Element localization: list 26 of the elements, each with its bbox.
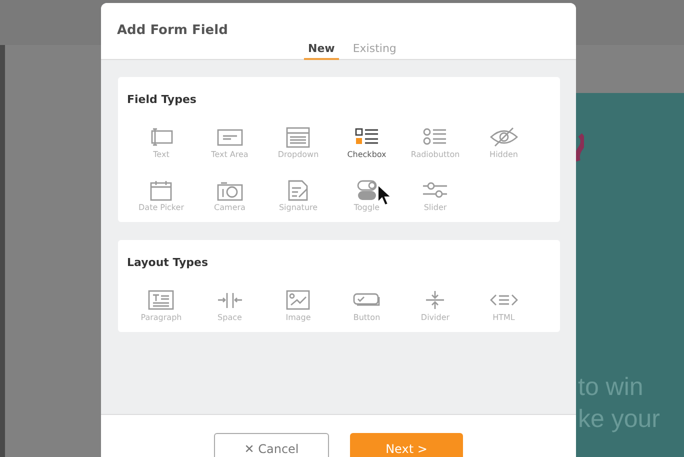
- section-title: Layout Types: [127, 256, 209, 269]
- field-type-option[interactable]: Text Area: [196, 126, 264, 159]
- field-type-option[interactable]: Text: [127, 126, 196, 159]
- field-type-option[interactable]: Divider: [401, 289, 470, 322]
- tab[interactable]: Existing: [348, 42, 400, 60]
- field-type-option[interactable]: Radiobutton: [401, 126, 470, 159]
- field-type-option[interactable]: Toggle: [332, 179, 401, 212]
- field-type-option[interactable]: HTML: [470, 289, 538, 322]
- field-type-option[interactable]: Camera: [196, 179, 264, 212]
- field-type-option[interactable]: Space: [196, 289, 264, 322]
- field-type-option[interactable]: Checkbox: [332, 126, 401, 159]
- next-button[interactable]: Next >: [350, 433, 463, 457]
- field-type-option[interactable]: Paragraph: [127, 289, 196, 322]
- dialog-title: Add Form Field: [117, 23, 228, 38]
- field-type-option[interactable]: Slider: [401, 179, 470, 212]
- tab[interactable]: New: [304, 42, 339, 60]
- field-type-icon: [488, 126, 519, 148]
- field-type-option[interactable]: Signature: [264, 179, 332, 212]
- field-type-option[interactable]: Dropdown: [264, 126, 332, 159]
- field-type-option[interactable]: Hidden: [470, 126, 538, 159]
- section-title: Field Types: [127, 93, 198, 106]
- field-type-option[interactable]: Button: [332, 289, 401, 322]
- field-type-option[interactable]: Date Picker: [127, 179, 196, 212]
- cancel-button[interactable]: ✕ Cancel: [214, 433, 329, 457]
- field-type-option[interactable]: Image: [264, 289, 332, 322]
- layout-type-icon: [146, 289, 176, 311]
